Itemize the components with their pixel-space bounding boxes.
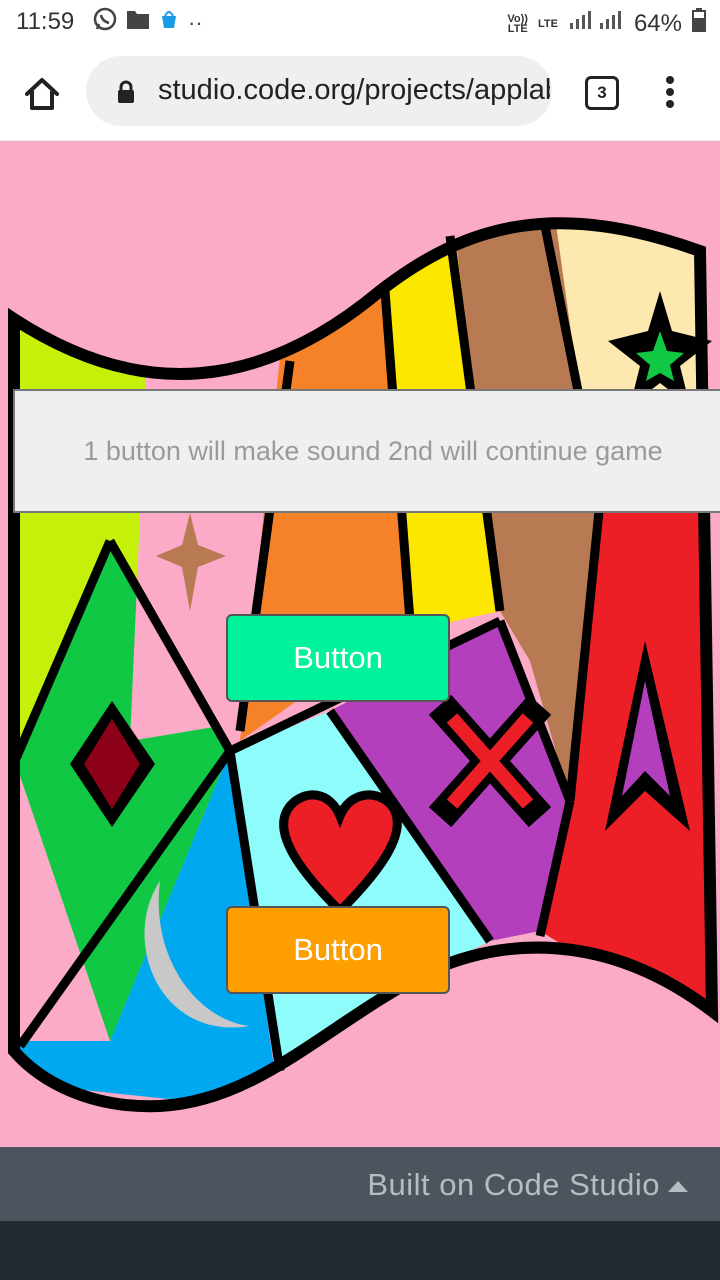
home-button[interactable]	[22, 74, 62, 114]
url-text: studio.code.org/projects/applab	[158, 74, 550, 106]
lte-label: LTE	[537, 17, 558, 30]
battery-icon	[692, 8, 706, 39]
app-screen: 1 button will make sound 2nd will contin…	[0, 141, 720, 1147]
address-bar[interactable]: studio.code.org/projects/applab	[86, 56, 552, 126]
lock-icon	[116, 80, 136, 109]
tab-switcher-button[interactable]: 3	[585, 76, 619, 110]
shopping-bag-icon	[158, 8, 180, 37]
signal-icon	[568, 9, 624, 38]
more-vert-icon	[666, 76, 674, 108]
status-time: 11:59	[16, 8, 75, 35]
continue-button[interactable]: Button	[226, 906, 450, 994]
code-studio-footer[interactable]: Built on Code Studio	[0, 1147, 720, 1221]
browser-toolbar: studio.code.org/projects/applab 3	[0, 44, 720, 141]
whatsapp-icon	[92, 6, 118, 39]
volte-icon: Vo)) LTE	[507, 12, 528, 35]
home-icon	[25, 78, 59, 110]
footer-label: Built on Code Studio	[367, 1167, 660, 1202]
message-text-input[interactable]: 1 button will make sound 2nd will contin…	[13, 389, 720, 513]
caret-up-icon	[668, 1181, 688, 1192]
system-nav-bar	[0, 1221, 720, 1280]
status-bar: 11:59 ·· Vo)) LTE LTE 64%	[0, 0, 720, 44]
more-dots-icon: ··	[188, 9, 203, 35]
overflow-menu-button[interactable]	[662, 72, 678, 112]
folder-icon	[126, 8, 150, 37]
sound-button[interactable]: Button	[226, 614, 450, 702]
battery-percent: 64%	[633, 9, 682, 37]
